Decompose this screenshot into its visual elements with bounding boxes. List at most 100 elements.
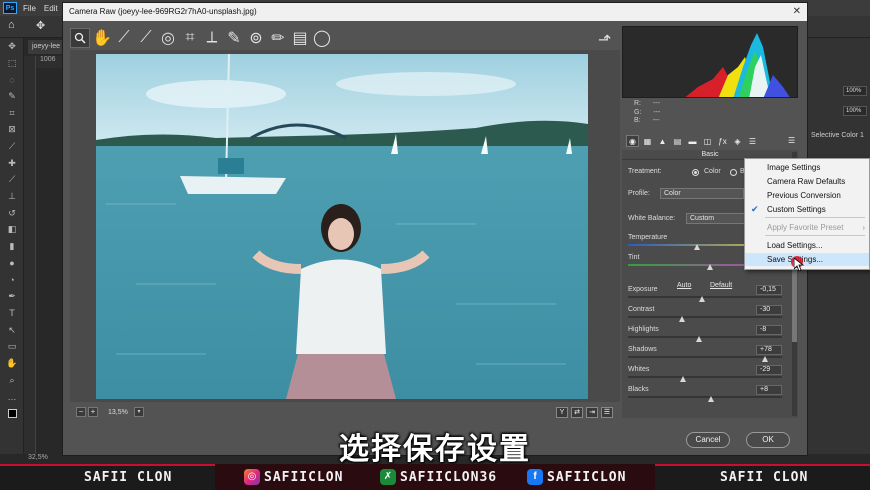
graduated-filter-icon[interactable]: ▤ <box>290 28 310 48</box>
menu-item-camera-raw-defaults[interactable]: Camera Raw Defaults <box>745 175 869 188</box>
highlights-value[interactable]: -8 <box>756 325 782 335</box>
stamp-icon[interactable]: ⊥ <box>0 188 24 205</box>
basic-tab-icon[interactable]: ◉ <box>626 135 639 147</box>
color-swatch-icon[interactable] <box>0 405 24 422</box>
zoom-icon[interactable]: ⌕ <box>0 372 24 389</box>
white-balance-tool-icon[interactable]: ⟋ <box>114 28 134 48</box>
quick-select-icon[interactable]: ✎ <box>0 88 24 105</box>
default-link[interactable]: Default <box>710 282 732 289</box>
healing-icon[interactable]: ✚ <box>0 155 24 172</box>
gradient-icon[interactable]: ▮ <box>0 238 24 255</box>
tint-slider-thumb[interactable] <box>706 264 713 270</box>
eraser-icon[interactable]: ◧ <box>0 222 24 239</box>
shadows-value[interactable]: +78 <box>756 345 782 355</box>
zoom-in-button[interactable]: + <box>88 407 98 417</box>
type-icon[interactable]: T <box>0 305 24 322</box>
path-select-icon[interactable]: ↖ <box>0 322 24 339</box>
fill-field[interactable]: 100% <box>843 106 867 116</box>
crop-icon[interactable]: ⌗ <box>0 105 24 122</box>
zoom-tool-icon[interactable] <box>70 28 90 48</box>
preview-photo <box>96 54 588 399</box>
detail-tab-icon[interactable]: ▲ <box>656 135 669 147</box>
ruler-left <box>24 56 36 454</box>
temperature-slider-thumb[interactable] <box>694 244 701 250</box>
b-value: --- <box>652 117 660 124</box>
calibration-tab-icon[interactable]: ◈ <box>731 135 744 147</box>
app-icon: ✗ <box>380 469 396 485</box>
blacks-slider-thumb[interactable] <box>708 396 715 402</box>
treatment-color-radio[interactable] <box>692 169 699 176</box>
before-after-y-icon[interactable]: Y <box>556 407 568 418</box>
menu-item-label: Previous Conversion <box>767 191 841 200</box>
hand-tool-icon[interactable]: ✋ <box>92 28 112 48</box>
treatment-bw-radio[interactable] <box>730 169 737 176</box>
presets-tab-icon[interactable]: ☰ <box>746 135 759 147</box>
copy-settings-icon[interactable]: ⇥ <box>586 407 598 418</box>
shadows-slider[interactable] <box>628 356 782 358</box>
lens-tab-icon[interactable]: ◫ <box>701 135 714 147</box>
menu-edit[interactable]: Edit <box>44 4 58 13</box>
auto-link[interactable]: Auto <box>677 282 691 289</box>
blacks-value[interactable]: +8 <box>756 385 782 395</box>
highlights-slider[interactable] <box>628 336 782 338</box>
hsl-tab-icon[interactable]: ▤ <box>671 135 684 147</box>
history-brush-icon[interactable]: ↺ <box>0 205 24 222</box>
menu-item-image-settings[interactable]: Image Settings <box>745 161 869 174</box>
panel-menu-icon[interactable]: ☰ <box>788 136 795 145</box>
split-toning-tab-icon[interactable]: ▬ <box>686 135 699 147</box>
shadows-slider-thumb[interactable] <box>762 356 769 362</box>
radial-filter-icon[interactable]: ◯ <box>312 28 332 48</box>
move-tool-icon[interactable]: ✥ <box>36 19 45 32</box>
menu-item-custom-settings[interactable]: Custom Settings ✔ <box>745 203 869 216</box>
frame-icon[interactable]: ⊠ <box>0 121 24 138</box>
marquee-icon[interactable]: ⬚ <box>0 55 24 72</box>
blacks-slider[interactable] <box>628 396 782 398</box>
shape-icon[interactable]: ▭ <box>0 338 24 355</box>
blur-icon[interactable]: ● <box>0 255 24 272</box>
open-preferences-icon[interactable]: ⬏ <box>598 30 614 49</box>
exposure-slider[interactable] <box>628 296 782 298</box>
more-tools-icon[interactable]: … <box>0 388 24 405</box>
white-balance-select[interactable]: Custom <box>686 213 746 224</box>
whites-slider[interactable] <box>628 376 782 378</box>
targeted-adjustment-icon[interactable]: ◎ <box>158 28 178 48</box>
brush-icon[interactable]: ⟋ <box>0 172 24 189</box>
whites-value[interactable]: -29 <box>756 365 782 375</box>
zoom-dropdown[interactable]: ▾ <box>134 407 144 417</box>
lasso-icon[interactable]: ◌ <box>0 71 24 88</box>
menu-item-save-settings[interactable]: Save Settings... <box>745 253 869 266</box>
opacity-field[interactable]: 100% <box>843 86 867 96</box>
straighten-icon[interactable]: ⟂ <box>202 28 222 48</box>
blacks-label: Blacks <box>628 386 649 393</box>
highlights-slider-thumb[interactable] <box>695 336 702 342</box>
move-icon[interactable]: ✥ <box>0 38 24 55</box>
contrast-value[interactable]: -30 <box>756 305 782 315</box>
swap-before-after-icon[interactable]: ⇄ <box>571 407 583 418</box>
effects-tab-icon[interactable]: ƒx <box>716 135 729 147</box>
exposure-slider-thumb[interactable] <box>698 296 705 302</box>
contrast-slider-thumb[interactable] <box>678 316 685 322</box>
crop-tool-icon[interactable]: ⌗ <box>180 28 200 48</box>
layer-name[interactable]: Selective Color 1 <box>811 132 864 139</box>
adjustment-brush-icon[interactable]: ✏ <box>268 28 288 48</box>
eyedropper-icon[interactable]: ⟋ <box>0 138 24 155</box>
home-icon[interactable]: ⌂ <box>8 19 15 31</box>
contrast-slider[interactable] <box>628 316 782 318</box>
exposure-value[interactable]: -0,15 <box>756 285 782 295</box>
profile-select[interactable]: Color <box>660 188 744 199</box>
color-sampler-icon[interactable]: ⟋ <box>136 28 156 48</box>
menu-item-load-settings[interactable]: Load Settings... <box>745 239 869 252</box>
image-preview[interactable] <box>70 50 620 402</box>
tone-curve-tab-icon[interactable]: ▦ <box>641 135 654 147</box>
zoom-out-button[interactable]: − <box>76 407 86 417</box>
spot-removal-icon[interactable]: ✎ <box>224 28 244 48</box>
submenu-arrow-icon: › <box>862 223 865 232</box>
pen-icon[interactable]: ✒ <box>0 288 24 305</box>
red-eye-icon[interactable]: ⊚ <box>246 28 266 48</box>
dodge-icon[interactable]: ◔ <box>0 272 24 289</box>
menu-file[interactable]: File <box>23 4 36 13</box>
whites-slider-thumb[interactable] <box>680 376 687 382</box>
toggle-settings-icon[interactable]: ☰ <box>601 407 613 418</box>
menu-item-previous-conversion[interactable]: Previous Conversion <box>745 189 869 202</box>
hand-icon[interactable]: ✋ <box>0 355 24 372</box>
